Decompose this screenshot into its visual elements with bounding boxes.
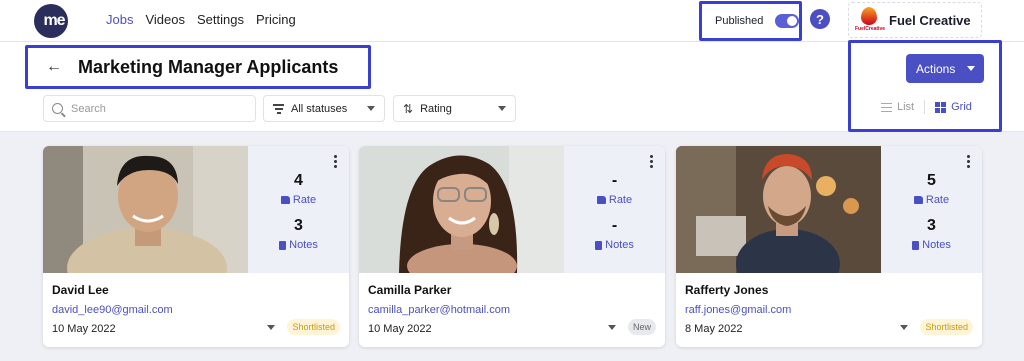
- applicant-video-thumbnail[interactable]: [359, 146, 564, 273]
- main-nav: Jobs Videos Settings Pricing: [106, 12, 296, 27]
- notes-value: -: [611, 217, 618, 234]
- thumbs-up-icon: [596, 196, 606, 204]
- note-icon: [279, 240, 287, 250]
- status-badge: Shortlisted: [287, 319, 340, 335]
- nav-settings[interactable]: Settings: [197, 12, 244, 27]
- notes-value: 3: [927, 217, 936, 234]
- rate-value: 4: [294, 172, 303, 189]
- company-name: Fuel Creative: [889, 12, 971, 28]
- notes-value: 3: [294, 217, 303, 234]
- status-dropdown-icon[interactable]: [267, 324, 276, 330]
- applicant-stats: 5 Rate 3 Notes: [881, 146, 982, 273]
- nav-videos[interactable]: Videos: [145, 12, 185, 27]
- notes-link[interactable]: Notes: [912, 237, 951, 253]
- applicant-video-thumbnail[interactable]: [676, 146, 881, 273]
- actions-button[interactable]: Actions: [906, 54, 984, 83]
- page-header: ← Marketing Manager Applicants Search Al…: [0, 40, 1024, 132]
- applicant-email[interactable]: camilla_parker@hotmail.com: [368, 304, 655, 316]
- applicant-info: Rafferty Jones raff.jones@gmail.com 8 Ma…: [676, 273, 982, 347]
- caret-down-icon: [967, 66, 975, 71]
- applicant-email[interactable]: david_lee90@gmail.com: [52, 304, 339, 316]
- rate-value: 5: [927, 172, 936, 189]
- note-icon: [912, 240, 920, 250]
- view-grid-option[interactable]: Grid: [935, 101, 972, 113]
- search-placeholder: Search: [71, 102, 106, 115]
- actions-highlight: Actions List Grid: [848, 40, 1002, 132]
- note-icon: [595, 240, 603, 250]
- rate-link[interactable]: Rate: [596, 192, 632, 208]
- rate-link[interactable]: Rate: [280, 192, 316, 208]
- divider: [924, 100, 926, 114]
- applicant-stats: - Rate - Notes: [564, 146, 665, 273]
- filter-icon: [273, 104, 284, 114]
- page-title: Marketing Manager Applicants: [78, 56, 339, 77]
- chevron-down-icon: [367, 106, 375, 111]
- sort-icon: ⇅: [403, 101, 414, 116]
- rate-value: -: [611, 172, 618, 189]
- more-options-icon[interactable]: [967, 155, 970, 168]
- sort-select[interactable]: ⇅ Rating: [393, 95, 516, 122]
- search-icon: [52, 103, 63, 114]
- more-options-icon[interactable]: [650, 155, 653, 168]
- applicant-video-thumbnail[interactable]: [43, 146, 248, 273]
- notes-link[interactable]: Notes: [595, 237, 634, 253]
- title-highlight: ← Marketing Manager Applicants: [25, 45, 371, 89]
- view-toggle: List Grid: [881, 100, 972, 114]
- status-dropdown-icon[interactable]: [607, 324, 616, 330]
- applicant-name: Camilla Parker: [368, 283, 452, 297]
- sort-value: Rating: [420, 102, 452, 115]
- published-toggle[interactable]: [775, 14, 799, 28]
- thumbs-up-icon: [280, 196, 290, 204]
- back-arrow-icon[interactable]: ←: [46, 58, 62, 76]
- applicant-info: Camilla Parker camilla_parker@hotmail.co…: [359, 273, 665, 347]
- status-filter-value: All statuses: [291, 102, 348, 115]
- list-icon: [881, 102, 892, 112]
- applicant-name: Rafferty Jones: [685, 283, 769, 297]
- company-logo: FuelCreative: [855, 7, 885, 33]
- nav-pricing[interactable]: Pricing: [256, 12, 296, 27]
- applicant-email[interactable]: raff.jones@gmail.com: [685, 304, 972, 316]
- rate-link[interactable]: Rate: [913, 192, 949, 208]
- flame-icon: [861, 7, 877, 25]
- status-dropdown-icon[interactable]: [900, 324, 909, 330]
- published-label: Published: [715, 15, 764, 27]
- view-list-option[interactable]: List: [881, 101, 914, 113]
- status-badge: New: [627, 319, 656, 335]
- search-input[interactable]: Search: [43, 95, 256, 122]
- applicant-card[interactable]: 5 Rate 3 Notes Rafferty Jones raff.jones…: [676, 146, 982, 347]
- applicant-card[interactable]: 4 Rate 3 Notes David Lee david_lee90@gma…: [43, 146, 349, 347]
- thumbs-up-icon: [913, 196, 923, 204]
- status-filter-select[interactable]: All statuses: [263, 95, 385, 122]
- more-options-icon[interactable]: [334, 155, 337, 168]
- nav-jobs[interactable]: Jobs: [106, 12, 133, 27]
- company-switcher[interactable]: FuelCreative Fuel Creative: [848, 2, 982, 38]
- notes-link[interactable]: Notes: [279, 237, 318, 253]
- applicant-card[interactable]: - Rate - Notes Camilla Parker camilla_pa…: [359, 146, 665, 347]
- status-badge: Shortlisted: [920, 319, 973, 335]
- applicant-info: David Lee david_lee90@gmail.com 10 May 2…: [43, 273, 349, 347]
- chevron-down-icon: [498, 106, 506, 111]
- app-logo[interactable]: me: [34, 4, 68, 38]
- top-nav: me Jobs Videos Settings Pricing Publishe…: [0, 0, 1024, 42]
- applicant-stats: 4 Rate 3 Notes: [248, 146, 349, 273]
- applicant-name: David Lee: [52, 283, 109, 297]
- help-icon[interactable]: ?: [810, 9, 830, 29]
- published-control: Published: [699, 1, 802, 41]
- grid-icon: [935, 101, 947, 113]
